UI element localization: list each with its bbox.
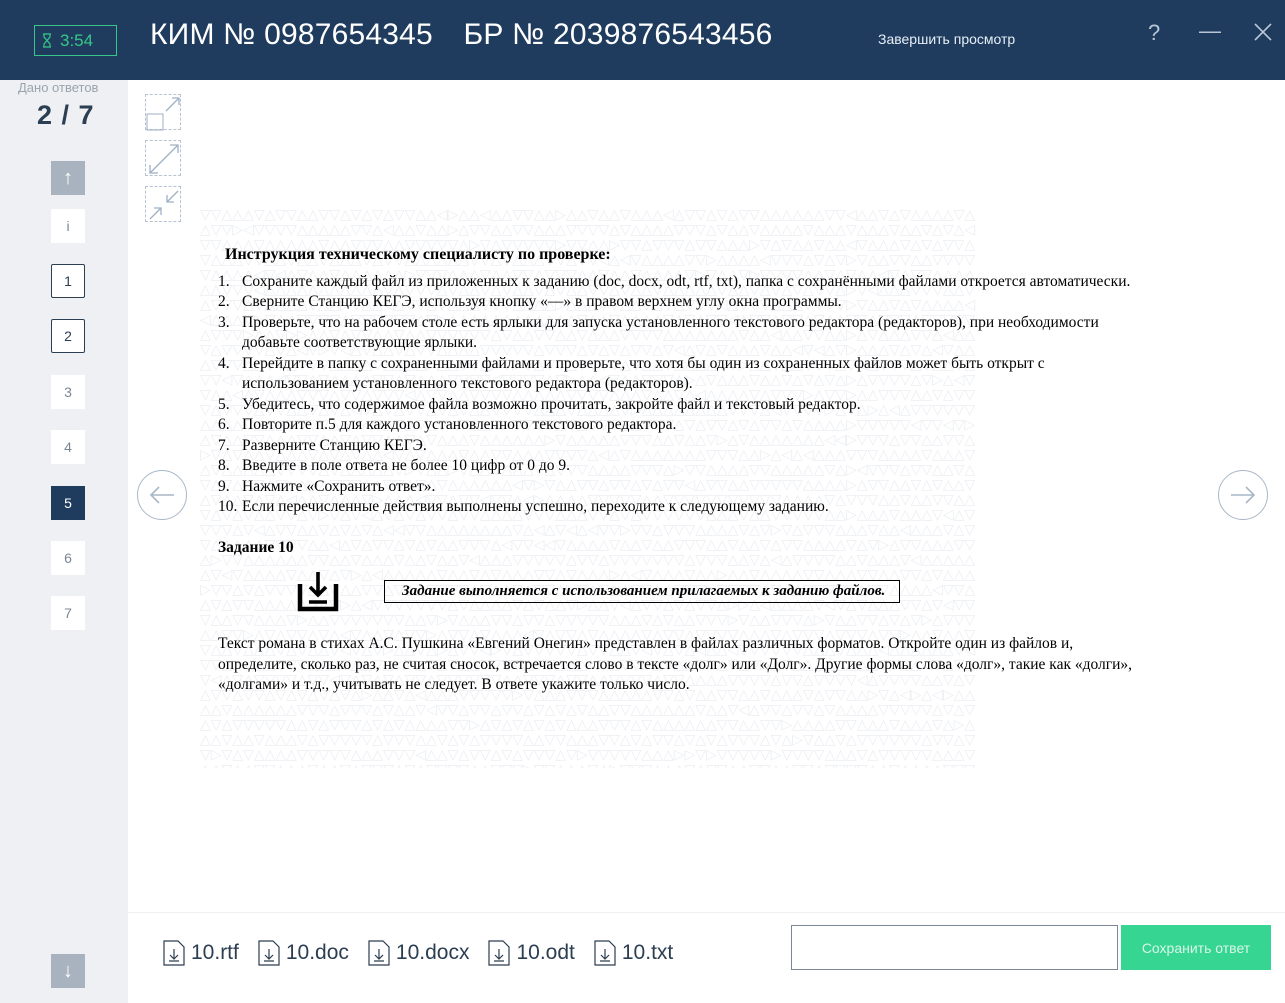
file-name: 10.docx — [395, 941, 470, 964]
instruction-list: 1. Сохраните каждый файл из приложенных к… — [218, 272, 1138, 518]
arrow-left-icon — [149, 486, 174, 504]
step-number: 2. — [218, 293, 230, 310]
arrow-up-icon: ↑ — [63, 166, 73, 189]
question-5[interactable]: 5 — [51, 486, 85, 520]
instruction-step: 2. Сверните Станцию КЕГЭ, используя кнопк… — [218, 292, 1138, 313]
help-button[interactable]: ? — [1148, 22, 1160, 44]
step-text: Убедитесь, что содержимое файла возможно… — [242, 395, 861, 413]
close-button[interactable] — [1253, 22, 1273, 46]
scroll-up-button[interactable]: ↑ — [51, 161, 85, 195]
step-text: Введите в поле ответа не более 10 цифр о… — [242, 457, 571, 474]
step-text: Проверьте, что на рабочем столе есть ярл… — [242, 313, 1099, 352]
task-text: Текст романа в стихах А.С. Пушкина «Евге… — [218, 635, 1133, 693]
fit-width-icon[interactable] — [145, 94, 181, 131]
instruction-step: 3. Проверьте, что на рабочем столе есть я… — [218, 313, 1138, 354]
hourglass-icon — [43, 33, 51, 48]
instruction-step: 8. Введите в поле ответа не более 10 цифр… — [218, 456, 1138, 477]
kim-number: КИМ № 0987654345 — [150, 18, 433, 51]
instruction-step: 10. Если перечисленные действия выполнены… — [218, 497, 1138, 518]
file-note-row: Задание выполняется с использованием при… — [218, 564, 1138, 624]
file-download-link[interactable]: 10.docx — [368, 940, 470, 966]
timer-value: 3:54 — [60, 30, 94, 50]
question-info[interactable]: i — [51, 209, 85, 243]
file-name: 10.odt — [516, 941, 575, 964]
step-number: 8. — [218, 457, 230, 474]
minimize-button[interactable]: — — [1199, 20, 1221, 42]
instruction-step: 6. Повторите п.5 для каждого установленно… — [218, 415, 1138, 436]
instruction-title: Инструкция техническому специалисту по п… — [225, 246, 611, 263]
step-number: 3. — [218, 313, 230, 331]
attached-files: 10.rtf 10.doc 10.docx 10.odt 10.txt — [163, 940, 692, 966]
question-2[interactable]: 2 — [51, 319, 85, 353]
instruction-step: 4. Перейдите в папку с сохраненными файла… — [218, 354, 1138, 395]
task-document: Инструкция техническому специалисту по п… — [218, 245, 1138, 696]
file-name: 10.doc — [285, 941, 349, 964]
step-text: Разверните Станцию КЕГЭ. — [242, 436, 427, 454]
instruction-step: 1. Сохраните каждый файл из приложенных к… — [218, 272, 1138, 293]
title-bar: 3:54 КИМ № 0987654345 БР № 2039876543456… — [0, 0, 1285, 80]
instruction-step: 7. Разверните Станцию КЕГЭ. — [218, 436, 1138, 457]
question-1[interactable]: 1 — [51, 264, 85, 298]
file-download-link[interactable]: 10.txt — [594, 940, 673, 966]
file-note: Задание выполняется с использованием при… — [384, 580, 901, 603]
question-6[interactable]: 6 — [51, 541, 85, 575]
arrow-down-icon: ↓ — [63, 959, 73, 982]
question-sidebar: Дано ответов 2 / 7 ↑ i 1 2 3 4 5 6 7 ↓ — [0, 80, 128, 1003]
step-number: 6. — [218, 416, 230, 433]
file-download-icon — [258, 940, 280, 966]
scroll-down-button[interactable]: ↓ — [51, 954, 85, 988]
answered-count: 2 / 7 — [37, 100, 95, 130]
file-name: 10.txt — [621, 941, 674, 964]
page-title: КИМ № 0987654345 БР № 2039876543456 — [150, 18, 795, 52]
question-7[interactable]: 7 — [51, 596, 85, 630]
task-title: Задание 10 — [218, 538, 294, 556]
question-4[interactable]: 4 — [51, 430, 85, 464]
file-download-icon — [368, 940, 390, 966]
file-download-link[interactable]: 10.odt — [488, 940, 575, 966]
file-download-icon — [488, 940, 511, 966]
task-area: ▽▽△△△▽△▽▽△△▽▽△▽△▽△▽▽△△◁▷△△◁△△▽▽△△▷△△▽△△▽… — [128, 80, 1285, 1003]
step-text: Сохраните каждый файл из приложенных к з… — [242, 272, 1131, 290]
step-number: 10. — [218, 498, 238, 515]
file-download-icon — [594, 940, 616, 966]
arrow-right-icon — [1231, 486, 1256, 504]
file-download-link[interactable]: 10.doc — [258, 940, 349, 966]
finish-view-button[interactable]: Завершить просмотр — [878, 31, 1015, 47]
file-download-icon — [163, 940, 185, 966]
step-text: Сверните Станцию КЕГЭ, используя кнопку … — [242, 293, 842, 310]
answer-input[interactable] — [791, 925, 1118, 970]
step-number: 4. — [218, 354, 230, 372]
close-icon — [1254, 23, 1272, 41]
step-text: Перейдите в папку с сохраненными файлами… — [242, 354, 1045, 393]
step-text: Нажмите «Сохранить ответ». — [242, 477, 436, 495]
expand-icon[interactable] — [145, 140, 181, 176]
save-answer-button[interactable]: Сохранить ответ — [1121, 925, 1271, 970]
collapse-icon[interactable] — [145, 186, 181, 222]
step-number: 7. — [218, 436, 230, 454]
file-name: 10.rtf — [191, 941, 239, 964]
timer: 3:54 — [34, 25, 117, 56]
question-3[interactable]: 3 — [51, 375, 85, 409]
answered-label: Дано ответов — [18, 80, 99, 95]
step-text: Повторите п.5 для каждого установленного… — [242, 416, 677, 433]
file-download-link[interactable]: 10.rtf — [163, 940, 239, 966]
step-text: Если перечисленные действия выполнены ус… — [242, 498, 829, 515]
next-task-button[interactable] — [1218, 470, 1268, 520]
step-number: 1. — [218, 272, 230, 290]
instruction-step: 9. Нажмите «Сохранить ответ». — [218, 477, 1138, 498]
br-number: БР № 2039876543456 — [463, 18, 773, 51]
instruction-step: 5. Убедитесь, что содержимое файла возмож… — [218, 395, 1138, 416]
step-number: 9. — [218, 477, 230, 495]
prev-task-button[interactable] — [137, 470, 187, 520]
download-box-icon — [297, 572, 339, 612]
step-number: 5. — [218, 395, 230, 413]
answer-bar: 10.rtf 10.doc 10.docx 10.odt 10.txt Сохранит… — [128, 912, 1285, 1003]
